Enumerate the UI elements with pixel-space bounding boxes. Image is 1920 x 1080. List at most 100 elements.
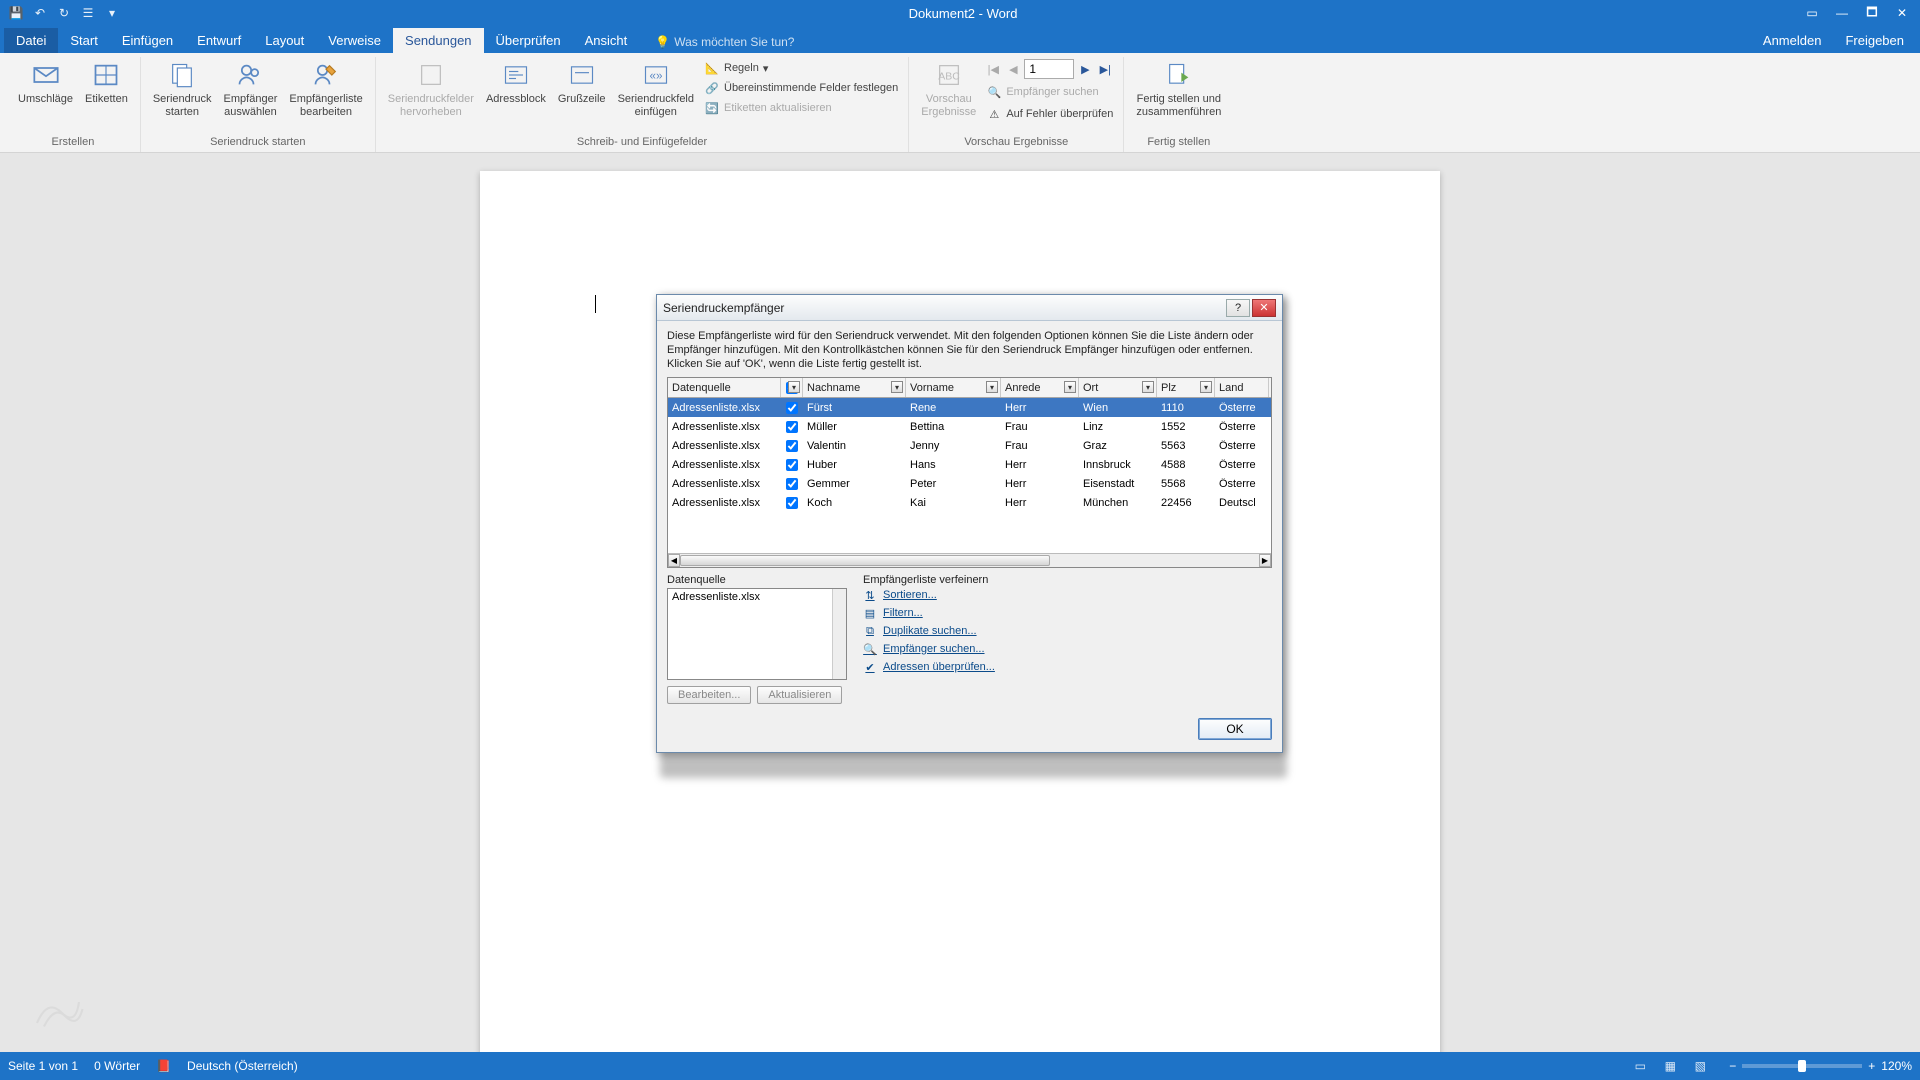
umschlaege-button[interactable]: Umschläge (14, 57, 77, 108)
chevron-down-icon[interactable]: ▾ (1142, 381, 1154, 393)
etiketten-button[interactable]: Etiketten (81, 57, 132, 108)
fehler-pruefen-button[interactable]: ⚠Auf Fehler überprüfen (984, 105, 1115, 123)
last-record-icon[interactable]: ▶| (1096, 59, 1114, 79)
next-record-icon[interactable]: ▶ (1076, 59, 1094, 79)
sort-link[interactable]: ⇅Sortieren... (863, 588, 1272, 602)
tab-ueberpruefen[interactable]: Überprüfen (484, 28, 573, 53)
maximize-icon[interactable]: 🗖 (1858, 3, 1886, 23)
tab-entwurf[interactable]: Entwurf (185, 28, 253, 53)
datasource-item[interactable]: Adressenliste.xlsx (672, 591, 842, 603)
zoom-control[interactable]: − + 120% (1729, 1059, 1912, 1073)
scroll-right-icon[interactable]: ▶ (1259, 554, 1271, 567)
row-checkbox[interactable] (786, 459, 798, 471)
ok-button[interactable]: OK (1198, 718, 1272, 740)
col-ort[interactable]: Ort▾ (1079, 378, 1157, 397)
tab-sendungen[interactable]: Sendungen (393, 28, 484, 53)
group-label-starten: Seriendruck starten (149, 134, 367, 152)
validate-link[interactable]: ✔Adressen überprüfen... (863, 660, 1272, 674)
filter-link[interactable]: ▤Filtern... (863, 606, 1272, 620)
print-layout-icon[interactable]: ▦ (1657, 1056, 1683, 1076)
col-nachname[interactable]: Nachname▾ (803, 378, 906, 397)
tab-ansicht[interactable]: Ansicht (573, 28, 640, 53)
touch-mode-icon[interactable]: ☰ (78, 3, 98, 23)
zoom-slider[interactable] (1742, 1064, 1862, 1068)
title-bar: 💾 ↶ ↻ ☰ ▾ Dokument2 - Word ▭ — 🗖 ✕ (0, 0, 1920, 26)
table-row[interactable]: Adressenliste.xlsxHuberHansHerrInnsbruck… (668, 455, 1271, 474)
table-row[interactable]: Adressenliste.xlsxGemmerPeterHerrEisenst… (668, 474, 1271, 493)
h-scrollbar[interactable]: ◀ ▶ (668, 553, 1271, 567)
row-checkbox[interactable] (786, 478, 798, 490)
duplicates-icon: ⧉ (863, 624, 877, 638)
col-anrede[interactable]: Anrede▾ (1001, 378, 1079, 397)
tab-file[interactable]: Datei (4, 28, 58, 53)
felder-festlegen-button[interactable]: 🔗Übereinstimmende Felder festlegen (702, 79, 900, 97)
language-status[interactable]: Deutsch (Österreich) (187, 1059, 298, 1073)
tab-start[interactable]: Start (58, 28, 109, 53)
chevron-down-icon[interactable]: ▾ (788, 381, 800, 393)
finish-merge-icon (1163, 59, 1195, 91)
help-icon[interactable]: ? (1226, 299, 1250, 317)
web-layout-icon[interactable]: ▧ (1687, 1056, 1713, 1076)
undo-icon[interactable]: ↶ (30, 3, 50, 23)
find-recipient-link[interactable]: 🔍Empfänger suchen... (863, 642, 1272, 656)
col-land[interactable]: Land (1215, 378, 1269, 397)
tell-me-search[interactable]: 💡 Was möchten Sie tun? (647, 31, 802, 53)
word-count[interactable]: 0 Wörter (94, 1059, 140, 1073)
seriendruck-starten-button[interactable]: Seriendruck starten (149, 57, 216, 121)
duplicates-link[interactable]: ⧉Duplikate suchen... (863, 624, 1272, 638)
table-row[interactable]: Adressenliste.xlsxValentinJennyFrauGraz5… (668, 436, 1271, 455)
row-checkbox[interactable] (786, 402, 798, 414)
watermark-icon (18, 974, 98, 1044)
row-checkbox[interactable] (786, 440, 798, 452)
redo-icon[interactable]: ↻ (54, 3, 74, 23)
col-vorname[interactable]: Vorname▾ (906, 378, 1001, 397)
ribbon-options-icon[interactable]: ▭ (1798, 3, 1826, 23)
empfaengerliste-bearbeiten-button[interactable]: Empfängerliste bearbeiten (285, 57, 366, 121)
group-label-felder: Schreib- und Einfügefelder (384, 134, 901, 152)
row-checkbox[interactable] (786, 421, 798, 433)
minimize-icon[interactable]: — (1828, 3, 1856, 23)
zoom-out-icon[interactable]: − (1729, 1059, 1736, 1073)
row-checkbox[interactable] (786, 497, 798, 509)
chevron-down-icon[interactable]: ▾ (1064, 381, 1076, 393)
zoom-level[interactable]: 120% (1881, 1059, 1912, 1073)
datasource-list[interactable]: Adressenliste.xlsx (667, 588, 847, 680)
scroll-left-icon[interactable]: ◀ (668, 554, 680, 567)
zoom-in-icon[interactable]: + (1868, 1059, 1875, 1073)
signin-link[interactable]: Anmelden (1751, 28, 1834, 53)
fertigstellen-button[interactable]: Fertig stellen und zusammenführen (1132, 57, 1225, 121)
group-label-fertig: Fertig stellen (1132, 134, 1225, 152)
adressblock-button[interactable]: Adressblock (482, 57, 550, 108)
scroll-thumb[interactable] (680, 555, 1050, 566)
close-window-icon[interactable]: ✕ (1888, 3, 1916, 23)
dialog-titlebar[interactable]: Seriendruckempfänger ? ✕ (657, 295, 1282, 321)
spellcheck-icon[interactable]: 📕 (156, 1059, 171, 1073)
tab-verweise[interactable]: Verweise (316, 28, 393, 53)
qat-dropdown-icon[interactable]: ▾ (102, 3, 122, 23)
tab-einfuegen[interactable]: Einfügen (110, 28, 185, 53)
table-row[interactable]: Adressenliste.xlsxMüllerBettinaFrauLinz1… (668, 417, 1271, 436)
page-status[interactable]: Seite 1 von 1 (8, 1059, 78, 1073)
record-number-input[interactable] (1024, 59, 1074, 79)
grusszeile-button[interactable]: Grußzeile (554, 57, 610, 108)
chevron-down-icon[interactable]: ▾ (891, 381, 903, 393)
empfaenger-auswaehlen-button[interactable]: Empfänger auswählen (220, 57, 282, 121)
col-plz[interactable]: Plz▾ (1157, 378, 1215, 397)
close-icon[interactable]: ✕ (1252, 299, 1276, 317)
regeln-button[interactable]: 📐Regeln ▾ (702, 59, 900, 77)
share-button[interactable]: Freigeben (1833, 28, 1916, 53)
chevron-down-icon[interactable]: ▾ (1200, 381, 1212, 393)
col-checkbox-all[interactable]: ▾ (781, 378, 803, 397)
tab-layout[interactable]: Layout (253, 28, 316, 53)
table-row[interactable]: Adressenliste.xlsxFürstReneHerrWien1110Ö… (668, 398, 1271, 417)
read-mode-icon[interactable]: ▭ (1627, 1056, 1653, 1076)
seriendruckfeld-button[interactable]: «» Seriendruckfeld einfügen (614, 57, 698, 121)
group-label-vorschau: Vorschau Ergebnisse (917, 134, 1115, 152)
table-row[interactable]: Adressenliste.xlsxKochKaiHerrMünchen2245… (668, 493, 1271, 512)
merge-field-icon: «» (640, 59, 672, 91)
v-scrollbar[interactable] (832, 589, 846, 679)
chevron-down-icon[interactable]: ▾ (986, 381, 998, 393)
ribbon-tabs: Datei Start Einfügen Entwurf Layout Verw… (0, 26, 1920, 53)
col-datenquelle[interactable]: Datenquelle (668, 378, 781, 397)
save-icon[interactable]: 💾 (6, 3, 26, 23)
